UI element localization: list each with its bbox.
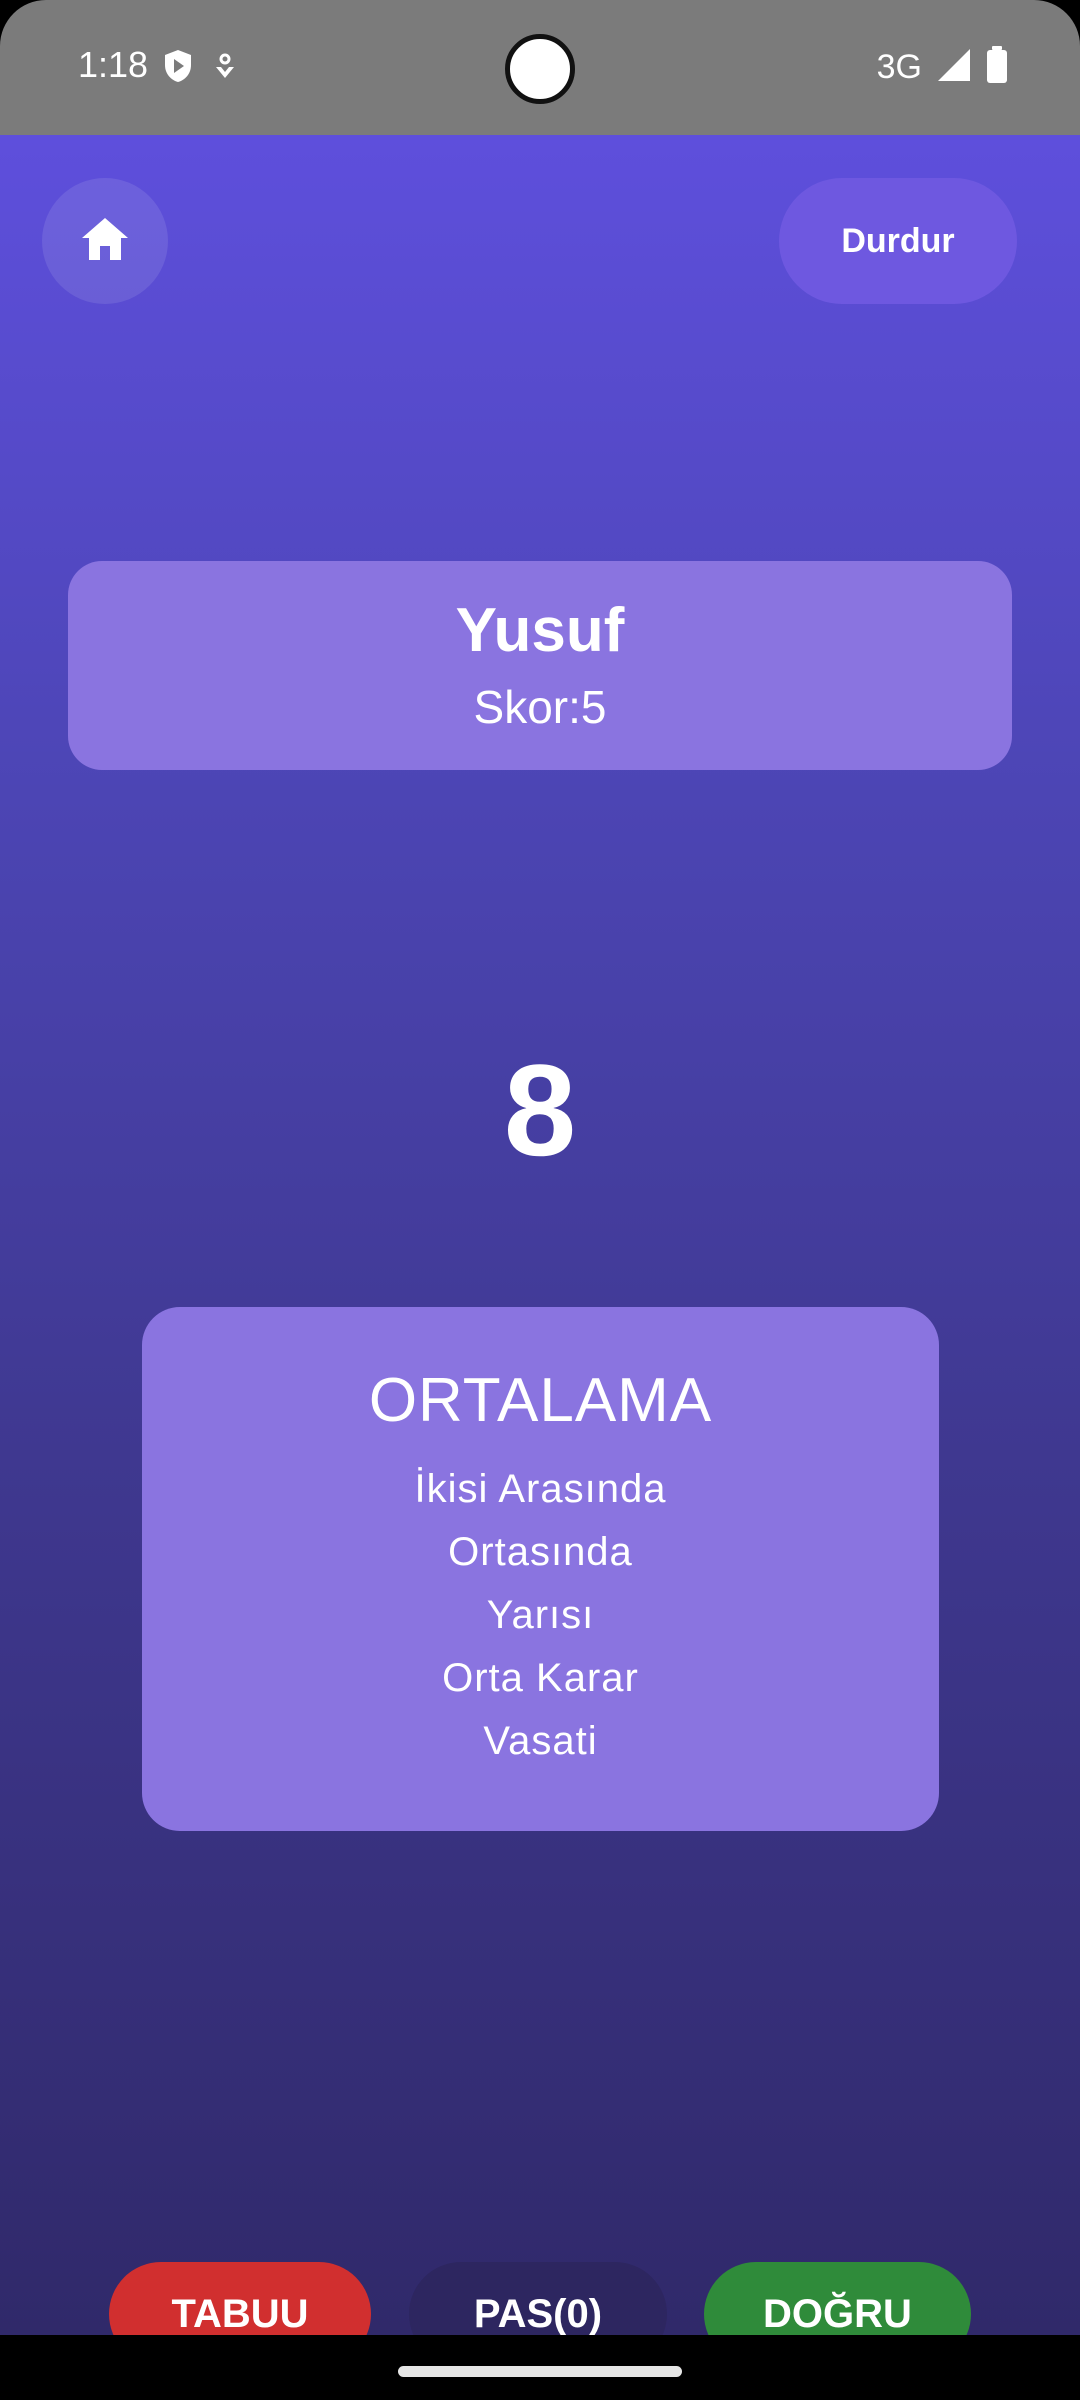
status-time: 1:18	[78, 44, 149, 85]
shield-icon	[162, 48, 194, 89]
game-screen: Durdur Yusuf Skor:5 8 ORTALAMA İkisi Ara…	[0, 135, 1080, 2366]
countdown-timer: 8	[503, 1037, 577, 1183]
navigation-bar	[0, 2335, 1080, 2400]
battery-icon	[986, 46, 1008, 89]
taboo-card: ORTALAMA İkisi Arasında Ortasında Yarısı…	[142, 1307, 939, 1831]
pause-button[interactable]: Durdur	[779, 178, 1017, 304]
status-bar: 1:18 3G	[0, 0, 1080, 135]
forbidden-word: Ortasında	[448, 1530, 633, 1574]
status-icons-left	[162, 48, 238, 89]
home-button[interactable]	[42, 178, 168, 304]
forbidden-word: Orta Karar	[442, 1656, 639, 1700]
forbidden-word: Yarısı	[486, 1593, 595, 1637]
forbidden-word: İkisi Arasında	[414, 1467, 667, 1511]
forbidden-word: Vasati	[483, 1719, 598, 1763]
signal-icon	[936, 47, 972, 88]
assistant-icon	[212, 51, 238, 86]
player-card: Yusuf Skor:5	[68, 561, 1012, 770]
home-icon	[80, 216, 130, 267]
network-type: 3G	[876, 48, 922, 86]
home-gesture-handle[interactable]	[398, 2366, 682, 2377]
status-icons-right: 3G	[877, 46, 1008, 89]
front-camera	[505, 34, 575, 104]
player-score: Skor:5	[473, 680, 607, 733]
player-name: Yusuf	[455, 596, 625, 666]
target-word: ORTALAMA	[368, 1366, 713, 1435]
phone-screen: 1:18 3G Durdur Yusuf Skor:5 8 ORTALAMA İ…	[0, 0, 1080, 2400]
forbidden-words-list: İkisi Arasında Ortasında Yarısı Orta Kar…	[415, 1458, 667, 1773]
